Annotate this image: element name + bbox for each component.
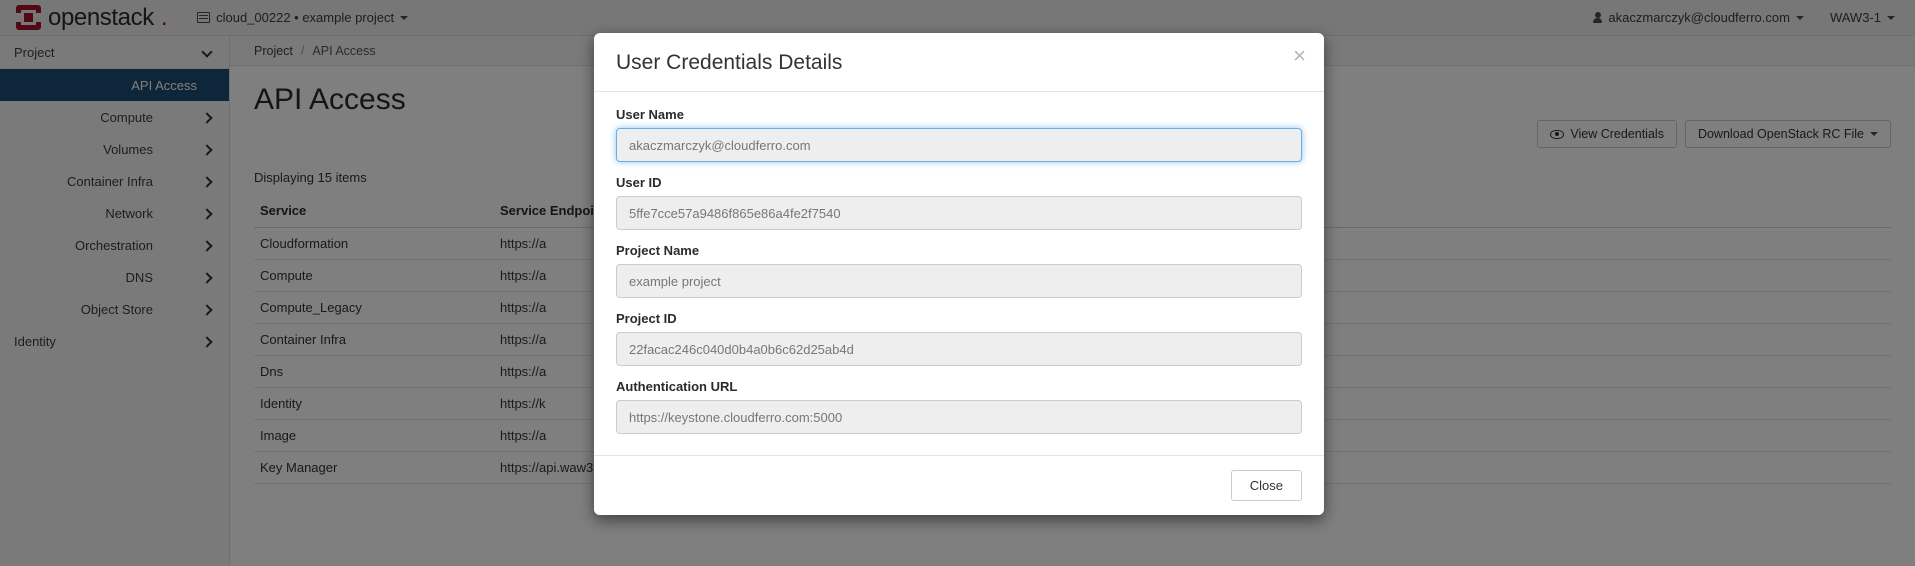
project-id-input[interactable] xyxy=(616,332,1302,366)
field-authentication-url: Authentication URL xyxy=(616,379,1302,434)
field-user-name: User Name xyxy=(616,107,1302,162)
label-project-id: Project ID xyxy=(616,311,677,326)
user-credentials-modal: User Credentials Details × User Name Use… xyxy=(594,33,1324,515)
field-project-id: Project ID xyxy=(616,311,1302,366)
label-user-name: User Name xyxy=(616,107,684,122)
modal-header: User Credentials Details × xyxy=(594,33,1324,92)
label-project-name: Project Name xyxy=(616,243,700,258)
modal-body: User Name User ID Project Name Project I… xyxy=(594,92,1324,455)
modal-title: User Credentials Details xyxy=(616,51,843,74)
project-name-input[interactable] xyxy=(616,264,1302,298)
close-icon[interactable]: × xyxy=(1293,45,1306,67)
user-id-input[interactable] xyxy=(616,196,1302,230)
label-user-id: User ID xyxy=(616,175,662,190)
field-user-id: User ID xyxy=(616,175,1302,230)
app-root: openstack . cloud_00222 • example projec… xyxy=(0,0,1915,566)
authentication-url-input[interactable] xyxy=(616,400,1302,434)
field-project-name: Project Name xyxy=(616,243,1302,298)
user-name-input[interactable] xyxy=(616,128,1302,162)
modal-footer: Close xyxy=(594,455,1324,515)
label-authentication-url: Authentication URL xyxy=(616,379,738,394)
close-button[interactable]: Close xyxy=(1230,470,1302,501)
